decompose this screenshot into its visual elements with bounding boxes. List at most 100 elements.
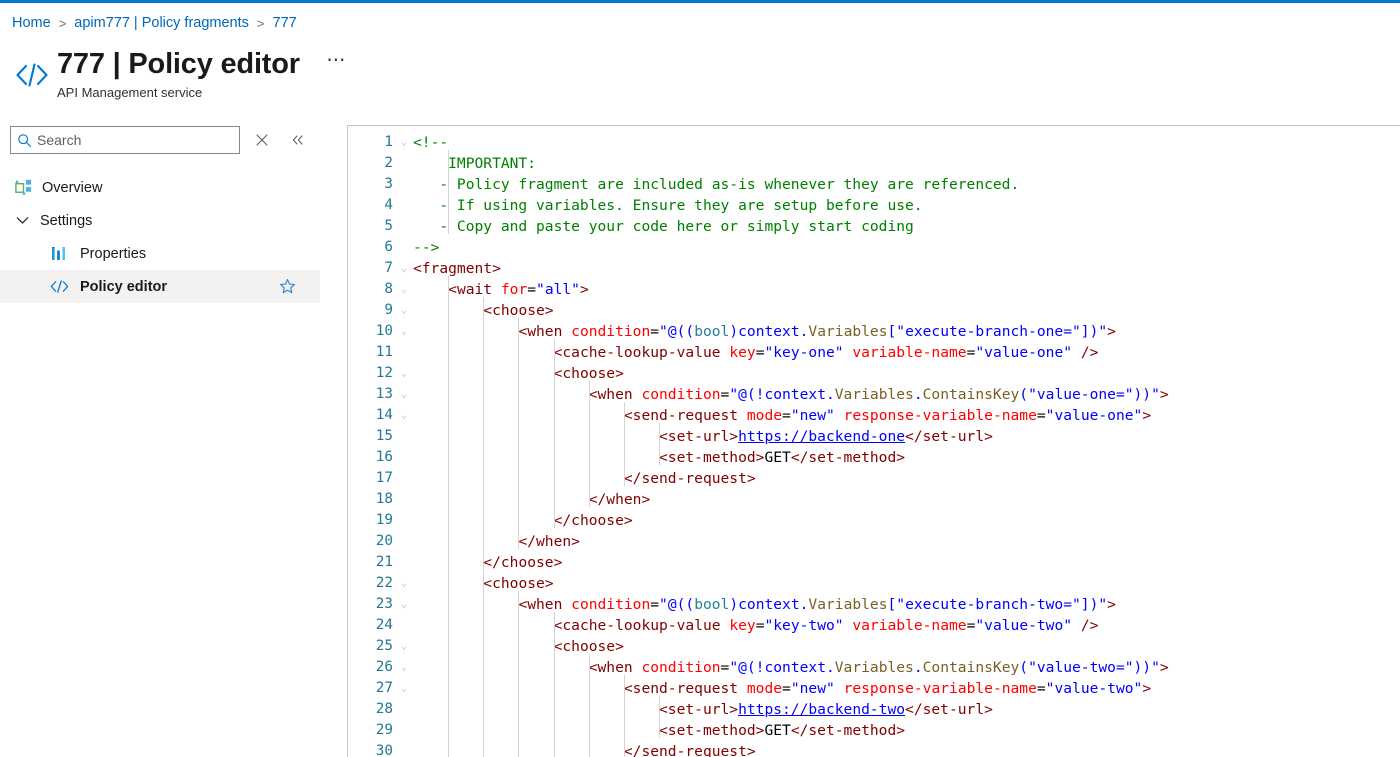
search-box[interactable]: [10, 126, 240, 154]
favorite-star-icon[interactable]: [278, 278, 296, 296]
sidebar-item-overview[interactable]: Overview: [0, 171, 320, 204]
sidebar-group-settings[interactable]: Settings: [0, 204, 320, 237]
fold-toggle-icon[interactable]: ⌄: [395, 594, 413, 615]
code-token: =: [650, 323, 660, 340]
code-token[interactable]: https://backend-one: [738, 428, 905, 445]
code-line[interactable]: 9 ⌄ <choose>: [348, 297, 1400, 321]
code-token: </when>: [518, 533, 580, 550]
code-line[interactable]: 13 ⌄ <when condition="@(!context.Variable…: [348, 381, 1400, 405]
code-line[interactable]: 20 </when>: [348, 528, 1400, 552]
code-text: <set-method>GET</set-method>: [413, 717, 1400, 741]
indent-guide: [448, 612, 450, 633]
code-area[interactable]: 1 ⌄ <!-- 2 IMPORTANT: 3 - Policy fragment ar…: [348, 126, 1400, 757]
fold-toggle-icon[interactable]: ⌄: [395, 678, 413, 699]
breadcrumb-item[interactable]: Home: [12, 15, 51, 31]
fold-toggle-icon[interactable]: ⌄: [395, 321, 413, 342]
fold-toggle-icon[interactable]: ⌄: [395, 384, 413, 405]
code-line[interactable]: 26 ⌄ <when condition="@(!context.Variable…: [348, 654, 1400, 678]
search-input[interactable]: [37, 128, 227, 152]
code-token[interactable]: https://backend-two: [738, 701, 905, 718]
code-token: response-variable-name: [843, 407, 1037, 424]
code-token: <choose>: [553, 365, 624, 382]
code-line[interactable]: 21 </choose>: [348, 549, 1400, 573]
code-line[interactable]: 30 </send-request>: [348, 738, 1400, 757]
indent-guide: [518, 465, 520, 486]
code-token: <when: [588, 386, 642, 403]
fold-toggle-icon[interactable]: ⌄: [395, 258, 413, 279]
indent-guide: [448, 423, 450, 444]
close-icon[interactable]: [248, 126, 276, 154]
fold-toggle-icon[interactable]: ⌄: [395, 279, 413, 300]
code-line[interactable]: 6 -->: [348, 237, 1400, 258]
code-text: - Policy fragment are included as-is whe…: [413, 171, 1400, 195]
indent-guide: [553, 675, 555, 696]
breadcrumb-item[interactable]: apim777 | Policy fragments: [74, 15, 249, 31]
code-line[interactable]: 28 <set-url>https://backend-two</set-url…: [348, 696, 1400, 720]
indent-guide: [588, 717, 590, 738]
code-token: </set-url>: [905, 428, 993, 445]
code-token: <set-method>: [659, 722, 765, 739]
indent-guide: [553, 654, 555, 675]
code-token: </set-url>: [905, 701, 993, 718]
indent-guide: [623, 738, 625, 757]
code-line[interactable]: 16 <set-method>GET</set-method>: [348, 444, 1400, 468]
sidebar-item-policy-editor[interactable]: Policy editor: [0, 270, 320, 303]
code-token: mode: [746, 407, 783, 424]
code-token: <set-url>: [659, 701, 739, 718]
fold-toggle-icon[interactable]: ⌄: [395, 636, 413, 657]
fold-toggle-icon[interactable]: ⌄: [395, 657, 413, 678]
indent-guide: [588, 675, 590, 696]
indent-guide: [448, 465, 450, 486]
code-line[interactable]: 29 <set-method>GET</set-method>: [348, 717, 1400, 741]
line-number: 21: [375, 554, 393, 570]
indent-guide: [483, 654, 485, 675]
code-token: <choose>: [483, 302, 554, 319]
code-line[interactable]: 27 ⌄ <send-request mode="new" response-va…: [348, 675, 1400, 699]
code-token: key: [729, 344, 756, 361]
code-line[interactable]: 3 - Policy fragment are included as-is w…: [348, 171, 1400, 195]
page-title: 777 | Policy editor: [57, 48, 300, 80]
code-line[interactable]: 24 <cache-lookup-value key="key-two" var…: [348, 612, 1400, 636]
code-line[interactable]: 11 <cache-lookup-value key="key-one" var…: [348, 339, 1400, 363]
indent-guide: [553, 360, 555, 381]
code-line[interactable]: 2 IMPORTANT:: [348, 150, 1400, 174]
code-line[interactable]: 19 </choose>: [348, 507, 1400, 531]
collapse-icon[interactable]: [284, 126, 312, 154]
policy-code-editor[interactable]: 1 ⌄ <!-- 2 IMPORTANT: 3 - Policy fragment ar…: [347, 125, 1400, 757]
code-line[interactable]: 17 </send-request>: [348, 465, 1400, 489]
code-line[interactable]: 22 ⌄ <choose>: [348, 570, 1400, 594]
code-line[interactable]: 25 ⌄ <choose>: [348, 633, 1400, 657]
code-line[interactable]: 14 ⌄ <send-request mode="new" response-va…: [348, 402, 1400, 426]
breadcrumb-item[interactable]: 777: [273, 15, 297, 31]
fold-toggle-icon[interactable]: ⌄: [395, 363, 413, 384]
code-line[interactable]: 1 ⌄ <!--: [348, 132, 1400, 153]
fold-toggle-icon[interactable]: ⌄: [395, 300, 413, 321]
code-token: =: [527, 281, 537, 298]
fold-toggle-icon[interactable]: ⌄: [395, 573, 413, 594]
line-number: 20: [375, 533, 393, 549]
fold-toggle-icon[interactable]: ⌄: [395, 132, 413, 153]
code-token: bool: [694, 323, 730, 340]
code-line[interactable]: 8 ⌄ <wait for="all">: [348, 276, 1400, 300]
code-line[interactable]: 23 ⌄ <when condition="@((bool)context.Var…: [348, 591, 1400, 615]
code-token: "@((: [659, 596, 695, 613]
code-token: =: [782, 407, 791, 424]
code-text: <when condition="@((bool)context.Variabl…: [413, 318, 1400, 342]
indent-guide: [448, 633, 450, 654]
code-line[interactable]: 18 </when>: [348, 486, 1400, 510]
code-line[interactable]: 5 - Copy and paste your code here or sim…: [348, 213, 1400, 237]
code-line[interactable]: 15 <set-url>https://backend-one</set-url…: [348, 423, 1400, 447]
code-line[interactable]: 7 ⌄ <fragment>: [348, 258, 1400, 279]
indent-guide: [553, 339, 555, 360]
code-line[interactable]: 12 ⌄ <choose>: [348, 360, 1400, 384]
sidebar-item-properties[interactable]: Properties: [0, 237, 320, 270]
code-line[interactable]: 4 - If using variables. Ensure they are …: [348, 192, 1400, 216]
breadcrumb-separator: >: [58, 15, 67, 31]
code-line[interactable]: 10 ⌄ <when condition="@((bool)context.Var…: [348, 318, 1400, 342]
indent-guide: [483, 297, 485, 318]
more-options-button[interactable]: ⋯: [326, 43, 347, 79]
fold-toggle-icon[interactable]: ⌄: [395, 405, 413, 426]
